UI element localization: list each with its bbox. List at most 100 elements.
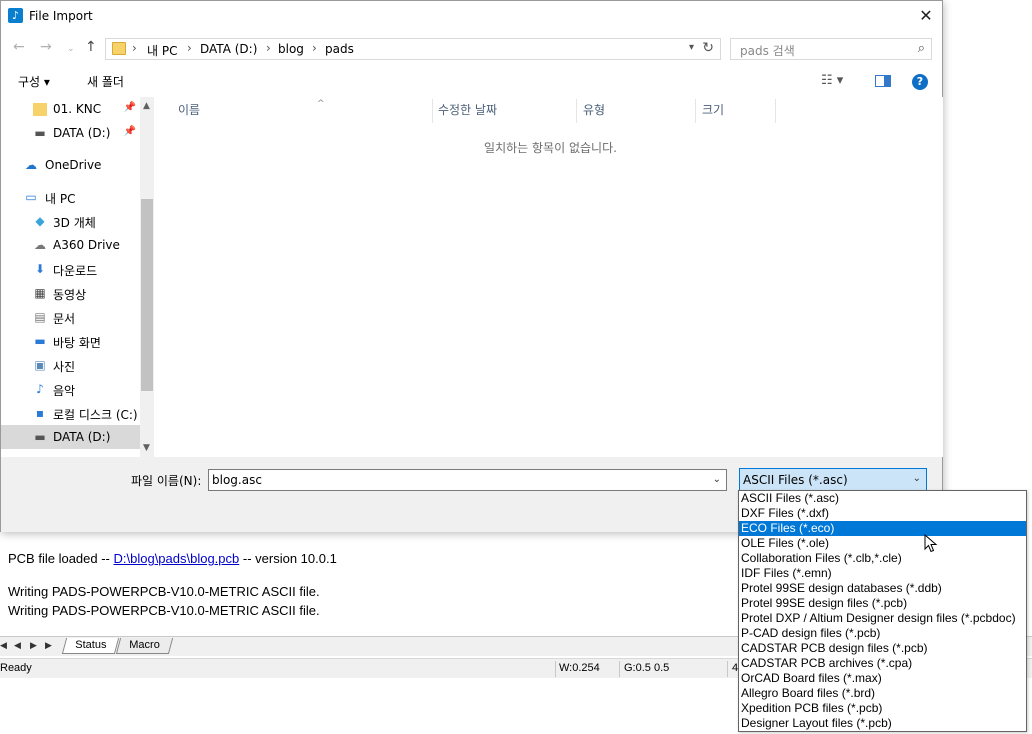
pictures-icon: ▣: [34, 358, 46, 372]
sidebar-item-onedrive[interactable]: ☁ OneDrive: [1, 153, 140, 177]
sidebar-item-01-knc[interactable]: 01. KNC 📌: [1, 97, 140, 121]
refresh-icon[interactable]: ↻: [702, 40, 714, 56]
sidebar-item-documents[interactable]: ▤ 문서: [1, 305, 140, 329]
cube-icon: ◆: [35, 214, 45, 228]
tab-first-icon[interactable]: ◀: [0, 640, 7, 651]
tab-prev-icon[interactable]: ◀: [14, 640, 21, 651]
recent-locations-icon[interactable]: ⌄: [67, 44, 75, 54]
status-divider: [727, 661, 728, 677]
search-input[interactable]: pads 검색 ⌕: [730, 38, 932, 60]
chevron-down-icon[interactable]: ▾: [689, 42, 694, 53]
navigation-pane: 01. KNC 📌 ▬ DATA (D:) 📌 ☁ OneDrive ▭ 내 P…: [1, 97, 154, 457]
tab-status[interactable]: Status: [61, 638, 120, 654]
chevron-right-icon: ›: [266, 41, 271, 55]
column-header-type[interactable]: 유형: [583, 101, 605, 123]
chevron-down-icon[interactable]: ⌄: [713, 474, 721, 485]
sidebar-item-label: DATA (D:): [53, 126, 111, 140]
sidebar-item-local-disk-c[interactable]: ▪ 로컬 디스크 (C:): [1, 401, 140, 425]
filename-input[interactable]: blog.asc ⌄: [208, 469, 727, 491]
filetype-option[interactable]: Allegro Board files (*.brd): [739, 686, 1026, 701]
close-button[interactable]: ✕: [910, 1, 942, 31]
filetype-selected: ASCII Files (*.asc): [743, 473, 848, 487]
sidebar-item-pictures[interactable]: ▣ 사진: [1, 353, 140, 377]
scroll-down-icon[interactable]: ▼: [143, 443, 150, 453]
folder-icon: [112, 42, 126, 55]
sidebar-item-label: 01. KNC: [53, 102, 102, 116]
sidebar-item-label: 내 PC: [45, 192, 76, 206]
filetype-option[interactable]: P-CAD design files (*.pcb): [739, 626, 1026, 641]
column-header-size[interactable]: 크기: [702, 101, 724, 123]
view-options-icon[interactable]: ☷ ▾: [821, 73, 843, 88]
column-header-date-modified[interactable]: 수정한 날짜: [438, 101, 497, 123]
filetype-option[interactable]: Protel 99SE design files (*.pcb): [739, 596, 1026, 611]
filetype-option[interactable]: CADSTAR PCB design files (*.pcb): [739, 641, 1026, 656]
app-icon: ♪: [8, 8, 23, 23]
mouse-pointer-icon: [924, 534, 938, 553]
column-divider[interactable]: [775, 99, 776, 123]
filetype-option[interactable]: ASCII Files (*.asc): [739, 491, 1026, 506]
filetype-option[interactable]: Designer Layout files (*.pcb): [739, 716, 1026, 731]
video-icon: ▦: [34, 286, 46, 300]
sidebar-item-music[interactable]: ♪ 음악: [1, 377, 140, 401]
filetype-option[interactable]: Collaboration Files (*.clb,*.cle): [739, 551, 1026, 566]
back-arrow-icon[interactable]: ←: [13, 39, 25, 55]
sidebar-item-a360-drive[interactable]: ☁ A360 Drive: [1, 233, 140, 257]
sidebar-item-this-pc[interactable]: ▭ 내 PC: [1, 185, 140, 209]
preview-pane-icon[interactable]: [875, 75, 891, 87]
log-line-writing-1: Writing PADS-POWERPCB-V10.0-METRIC ASCII…: [8, 584, 320, 599]
column-header-name[interactable]: 이름 ^: [178, 99, 432, 123]
sidebar-item-desktop[interactable]: ▬ 바탕 화면: [1, 329, 140, 353]
filetype-option[interactable]: OrCAD Board files (*.max): [739, 671, 1026, 686]
sidebar-item-data-pinned[interactable]: ▬ DATA (D:) 📌: [1, 121, 140, 145]
filetype-option-highlighted[interactable]: ECO Files (*.eco): [739, 521, 1026, 536]
chevron-right-icon: ›: [187, 41, 192, 55]
log-line-loaded: PCB file loaded -- D:\blog\pads\blog.pcb…: [8, 551, 337, 566]
dialog-title: File Import: [29, 9, 93, 23]
filetype-option[interactable]: DXF Files (*.dxf): [739, 506, 1026, 521]
breadcrumb-data-drive[interactable]: DATA (D:): [200, 42, 257, 56]
help-icon[interactable]: ?: [912, 74, 928, 90]
status-divider: [555, 661, 556, 677]
column-divider[interactable]: [432, 99, 433, 123]
a360-icon: ☁: [34, 238, 46, 252]
breadcrumb-blog[interactable]: blog: [278, 42, 304, 56]
file-list: 이름 ^ 수정한 날짜 유형 크기 일치하는 항목이 없습니다.: [158, 97, 943, 457]
scrollbar-thumb[interactable]: [141, 199, 153, 391]
column-divider[interactable]: [576, 99, 577, 123]
new-folder-button[interactable]: 새 폴더: [87, 73, 124, 90]
chevron-down-icon: ⌄: [912, 473, 921, 484]
tab-last-icon[interactable]: ▶: [45, 640, 52, 651]
forward-arrow-icon[interactable]: →: [40, 39, 52, 55]
breadcrumb-this-pc[interactable]: 내 PC: [147, 42, 177, 59]
sidebar-item-label: 문서: [53, 312, 76, 326]
log-prefix: PCB file loaded --: [8, 551, 114, 566]
filetype-option[interactable]: Protel 99SE design databases (*.ddb): [739, 581, 1026, 596]
column-name-label: 이름: [178, 103, 201, 117]
computer-icon: ▭: [25, 190, 37, 204]
breadcrumb-pads[interactable]: pads: [325, 42, 354, 56]
up-arrow-icon[interactable]: ↑: [85, 39, 97, 55]
scroll-up-icon[interactable]: ▲: [143, 101, 150, 111]
sidebar-item-downloads[interactable]: ⬇ 다운로드: [1, 257, 140, 281]
sidebar-item-3d-objects[interactable]: ◆ 3D 개체: [1, 209, 140, 233]
organize-button[interactable]: 구성 ▾: [18, 73, 50, 90]
sidebar-scrollbar[interactable]: ▲ ▼: [140, 97, 154, 457]
tab-next-icon[interactable]: ▶: [30, 640, 37, 651]
filetype-option[interactable]: IDF Files (*.emn): [739, 566, 1026, 581]
filetype-option[interactable]: OLE Files (*.ole): [739, 536, 1026, 551]
address-bar[interactable]: › 내 PC › DATA (D:) › blog › pads ▾ ↻: [105, 38, 721, 60]
sidebar-item-videos[interactable]: ▦ 동영상: [1, 281, 140, 305]
chevron-right-icon: ›: [132, 41, 137, 55]
windows-drive-icon: ▪: [35, 406, 45, 420]
sidebar-item-data-d[interactable]: ▬ DATA (D:): [1, 425, 140, 449]
status-grid: G:0.5 0.5: [624, 662, 670, 674]
filetype-option[interactable]: CADSTAR PCB archives (*.cpa): [739, 656, 1026, 671]
filetype-select[interactable]: ASCII Files (*.asc) ⌄: [739, 468, 927, 491]
log-file-link[interactable]: D:\blog\pads\blog.pcb: [114, 551, 240, 566]
column-divider[interactable]: [695, 99, 696, 123]
filetype-option[interactable]: Protel DXP / Altium Designer design file…: [739, 611, 1026, 626]
tab-macro[interactable]: Macro: [115, 638, 173, 654]
desktop-icon: ▬: [34, 334, 46, 348]
filetype-option[interactable]: Xpedition PCB files (*.pcb): [739, 701, 1026, 716]
close-icon: ✕: [919, 6, 933, 25]
